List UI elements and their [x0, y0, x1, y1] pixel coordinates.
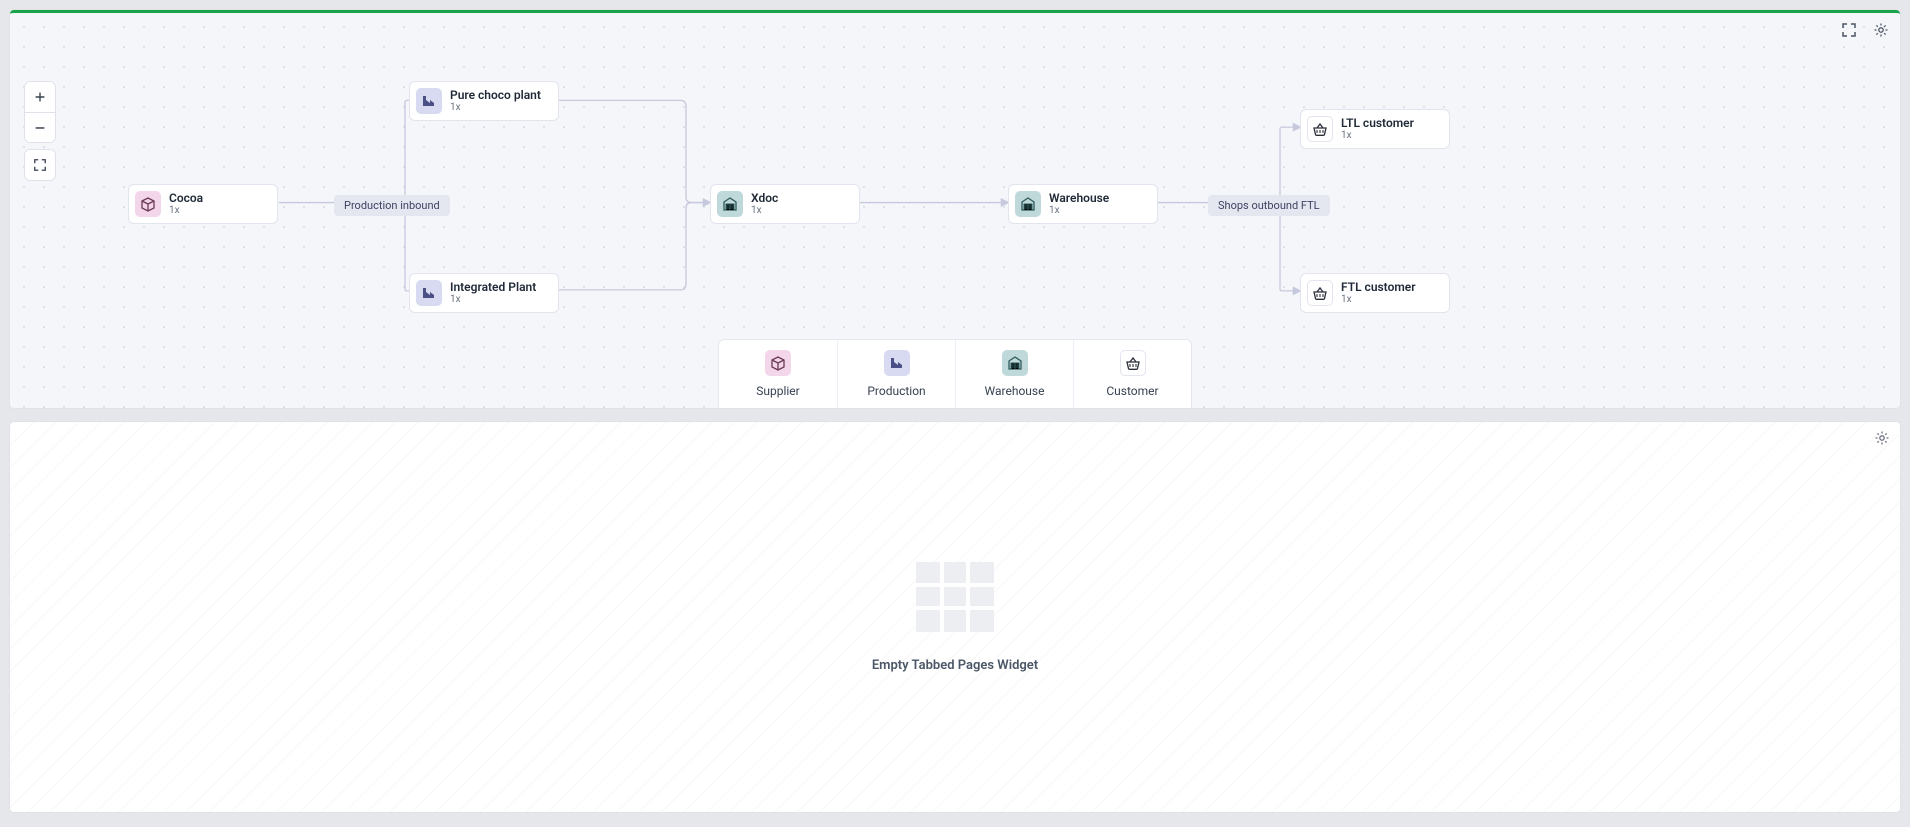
- node-sub: 1x: [751, 205, 778, 217]
- palette-label: Warehouse: [985, 384, 1045, 398]
- tabbed-pages-widget: Empty Tabbed Pages Widget: [10, 422, 1900, 812]
- node-title: Xdoc: [751, 191, 778, 205]
- page: Production inbound Shops outbound FTL Co…: [0, 0, 1910, 822]
- basket-icon: [1307, 116, 1333, 142]
- factory-icon: [416, 280, 442, 306]
- node-ltl-customer[interactable]: LTL customer 1x: [1300, 109, 1450, 149]
- box-icon: [135, 191, 161, 217]
- warehouse-icon: [1002, 350, 1028, 376]
- diagram-canvas[interactable]: Production inbound Shops outbound FTL Co…: [10, 10, 1900, 408]
- edge-label-shops-outbound-ftl[interactable]: Shops outbound FTL: [1208, 195, 1330, 216]
- empty-widget-text: Empty Tabbed Pages Widget: [872, 658, 1038, 673]
- node-cocoa[interactable]: Cocoa 1x: [128, 184, 278, 224]
- factory-icon: [884, 350, 910, 376]
- fullscreen-icon[interactable]: [1838, 19, 1860, 41]
- box-icon: [765, 350, 791, 376]
- node-integrated-plant[interactable]: Integrated Plant 1x: [409, 273, 559, 313]
- warehouse-icon: [1015, 191, 1041, 217]
- node-xdoc[interactable]: Xdoc 1x: [710, 184, 860, 224]
- empty-state: Empty Tabbed Pages Widget: [872, 562, 1038, 673]
- grid-icon: [916, 562, 994, 632]
- basket-icon: [1307, 280, 1333, 306]
- node-ftl-customer[interactable]: FTL customer 1x: [1300, 273, 1450, 313]
- node-sub: 1x: [1049, 205, 1109, 217]
- node-sub: 1x: [450, 102, 541, 114]
- node-sub: 1x: [169, 205, 203, 217]
- palette-production[interactable]: Production: [837, 340, 955, 408]
- palette-label: Production: [867, 384, 925, 398]
- basket-icon: [1120, 350, 1146, 376]
- zoom-controls: [24, 81, 56, 181]
- node-title: Warehouse: [1049, 191, 1109, 205]
- palette-label: Supplier: [756, 384, 799, 398]
- gear-icon[interactable]: [1874, 430, 1890, 450]
- node-sub: 1x: [1341, 294, 1416, 306]
- palette-customer[interactable]: Customer: [1073, 340, 1191, 408]
- palette-warehouse[interactable]: Warehouse: [955, 340, 1073, 408]
- palette-label: Customer: [1106, 384, 1158, 398]
- node-title: Integrated Plant: [450, 280, 536, 294]
- canvas-toolbar: [1838, 19, 1892, 41]
- node-warehouse[interactable]: Warehouse 1x: [1008, 184, 1158, 224]
- node-title: Cocoa: [169, 191, 203, 205]
- warehouse-icon: [717, 191, 743, 217]
- node-title: FTL customer: [1341, 280, 1416, 294]
- node-title: Pure choco plant: [450, 88, 541, 102]
- node-palette: Supplier Production Warehouse Customer: [718, 339, 1192, 408]
- zoom-out-button[interactable]: [25, 112, 55, 142]
- palette-supplier[interactable]: Supplier: [719, 340, 837, 408]
- node-sub: 1x: [1341, 130, 1414, 142]
- fit-view-button[interactable]: [25, 150, 55, 180]
- edge-label-production-inbound[interactable]: Production inbound: [334, 195, 450, 216]
- zoom-in-button[interactable]: [25, 82, 55, 112]
- node-title: LTL customer: [1341, 116, 1414, 130]
- node-sub: 1x: [450, 294, 536, 306]
- node-pure-choco[interactable]: Pure choco plant 1x: [409, 81, 559, 121]
- gear-icon[interactable]: [1870, 19, 1892, 41]
- factory-icon: [416, 88, 442, 114]
